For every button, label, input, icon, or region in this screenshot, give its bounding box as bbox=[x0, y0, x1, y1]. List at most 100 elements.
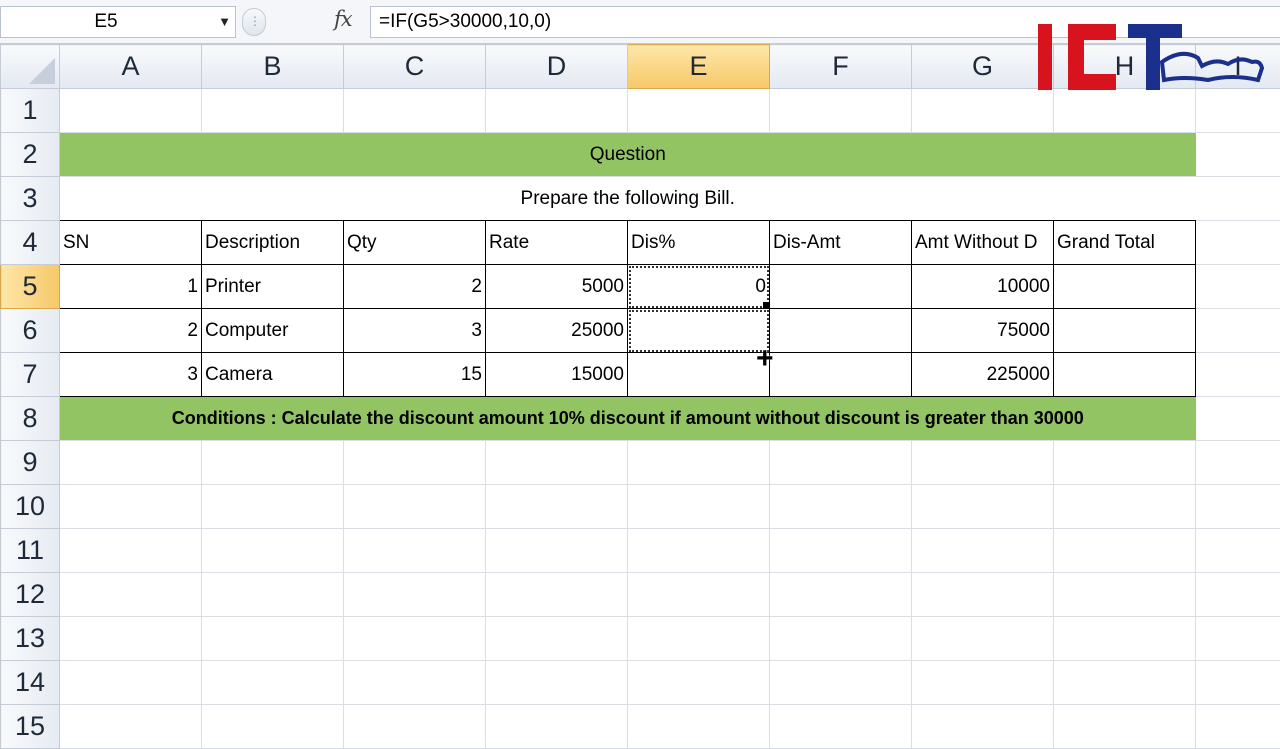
cell[interactable] bbox=[1054, 573, 1196, 617]
cell[interactable] bbox=[770, 705, 912, 749]
cell[interactable] bbox=[486, 705, 628, 749]
cell[interactable] bbox=[1054, 661, 1196, 705]
cell[interactable] bbox=[770, 573, 912, 617]
header-rate[interactable]: Rate bbox=[486, 221, 628, 265]
cell[interactable] bbox=[628, 617, 770, 661]
cell[interactable] bbox=[1196, 529, 1280, 573]
cell-sn[interactable]: 3 bbox=[60, 353, 202, 397]
cell[interactable] bbox=[770, 441, 912, 485]
cell[interactable] bbox=[60, 529, 202, 573]
column-header-f[interactable]: F bbox=[770, 45, 912, 89]
cell-e1[interactable] bbox=[628, 89, 770, 133]
cell[interactable] bbox=[628, 661, 770, 705]
cell[interactable] bbox=[486, 661, 628, 705]
header-amt-without-discount[interactable]: Amt Without D bbox=[912, 221, 1054, 265]
cell[interactable] bbox=[344, 705, 486, 749]
cell-qty[interactable]: 2 bbox=[344, 265, 486, 309]
cell[interactable] bbox=[202, 661, 344, 705]
cell[interactable] bbox=[486, 485, 628, 529]
fill-handle[interactable] bbox=[762, 301, 770, 309]
header-dis-amt[interactable]: Dis-Amt bbox=[770, 221, 912, 265]
cell-rate[interactable]: 25000 bbox=[486, 309, 628, 353]
cell-rate[interactable]: 5000 bbox=[486, 265, 628, 309]
cell[interactable] bbox=[912, 441, 1054, 485]
conditions-banner[interactable]: Conditions : Calculate the discount amou… bbox=[60, 397, 1196, 441]
cell[interactable] bbox=[202, 441, 344, 485]
cell[interactable] bbox=[202, 573, 344, 617]
header-qty[interactable]: Qty bbox=[344, 221, 486, 265]
cell-qty[interactable]: 15 bbox=[344, 353, 486, 397]
cell[interactable] bbox=[1054, 441, 1196, 485]
cell[interactable] bbox=[912, 485, 1054, 529]
column-header-c[interactable]: C bbox=[344, 45, 486, 89]
cell[interactable] bbox=[60, 441, 202, 485]
cell-qty[interactable]: 3 bbox=[344, 309, 486, 353]
row-header-10[interactable]: 10 bbox=[1, 485, 60, 529]
cell[interactable] bbox=[344, 441, 486, 485]
cell[interactable] bbox=[486, 617, 628, 661]
row-header-4[interactable]: 4 bbox=[1, 221, 60, 265]
cell[interactable] bbox=[628, 529, 770, 573]
cell[interactable] bbox=[628, 705, 770, 749]
cell[interactable] bbox=[1054, 485, 1196, 529]
row-header-2[interactable]: 2 bbox=[1, 133, 60, 177]
cell[interactable] bbox=[1054, 529, 1196, 573]
cell-i4[interactable] bbox=[1196, 221, 1280, 265]
header-dis-pct[interactable]: Dis% bbox=[628, 221, 770, 265]
cell[interactable] bbox=[1054, 617, 1196, 661]
cell-dis-pct[interactable] bbox=[628, 353, 770, 397]
cell-i7[interactable] bbox=[1196, 353, 1280, 397]
row-header-9[interactable]: 9 bbox=[1, 441, 60, 485]
cell[interactable] bbox=[770, 617, 912, 661]
cell[interactable] bbox=[912, 529, 1054, 573]
cell[interactable] bbox=[60, 705, 202, 749]
cell[interactable] bbox=[770, 661, 912, 705]
row-header-3[interactable]: 3 bbox=[1, 177, 60, 221]
cell-i6[interactable] bbox=[1196, 309, 1280, 353]
row-header-1[interactable]: 1 bbox=[1, 89, 60, 133]
row-header-15[interactable]: 15 bbox=[1, 705, 60, 749]
question-banner[interactable]: Question bbox=[60, 133, 1196, 177]
cell-a1[interactable] bbox=[60, 89, 202, 133]
cell-c1[interactable] bbox=[344, 89, 486, 133]
cell-dis-amt[interactable] bbox=[770, 353, 912, 397]
cell-sn[interactable]: 1 bbox=[60, 265, 202, 309]
cell[interactable] bbox=[202, 485, 344, 529]
formula-bar-splitter[interactable]: ⋮ bbox=[242, 8, 266, 36]
row-header-8[interactable]: 8 bbox=[1, 397, 60, 441]
bill-subtitle[interactable]: Prepare the following Bill. bbox=[60, 177, 1196, 221]
insert-function-icon[interactable]: fx bbox=[334, 7, 352, 31]
cell-dis-amt[interactable] bbox=[770, 265, 912, 309]
cell[interactable] bbox=[770, 529, 912, 573]
cell[interactable] bbox=[770, 485, 912, 529]
cell[interactable] bbox=[628, 573, 770, 617]
cell-sn[interactable]: 2 bbox=[60, 309, 202, 353]
row-header-13[interactable]: 13 bbox=[1, 617, 60, 661]
cell-f1[interactable] bbox=[770, 89, 912, 133]
cell[interactable] bbox=[344, 661, 486, 705]
cell[interactable] bbox=[1196, 485, 1280, 529]
cell[interactable] bbox=[912, 661, 1054, 705]
column-header-e[interactable]: E bbox=[628, 45, 770, 89]
cell-description[interactable]: Camera bbox=[202, 353, 344, 397]
select-all-corner[interactable] bbox=[1, 45, 60, 89]
row-header-12[interactable]: 12 bbox=[1, 573, 60, 617]
cell[interactable] bbox=[1196, 705, 1280, 749]
cell[interactable] bbox=[486, 573, 628, 617]
cell-amt-without[interactable]: 10000 bbox=[912, 265, 1054, 309]
cell[interactable] bbox=[628, 485, 770, 529]
cell-rate[interactable]: 15000 bbox=[486, 353, 628, 397]
chevron-down-icon[interactable]: ▼ bbox=[218, 7, 231, 37]
header-description[interactable]: Description bbox=[202, 221, 344, 265]
name-box[interactable]: E5 ▼ bbox=[0, 6, 236, 38]
row-header-7[interactable]: 7 bbox=[1, 353, 60, 397]
cell[interactable] bbox=[1196, 661, 1280, 705]
header-grand-total[interactable]: Grand Total bbox=[1054, 221, 1196, 265]
cell-amt-without[interactable]: 225000 bbox=[912, 353, 1054, 397]
cell-i5[interactable] bbox=[1196, 265, 1280, 309]
cell[interactable] bbox=[486, 529, 628, 573]
cell[interactable] bbox=[60, 617, 202, 661]
cell[interactable] bbox=[344, 529, 486, 573]
column-header-d[interactable]: D bbox=[486, 45, 628, 89]
cell-i3[interactable] bbox=[1196, 177, 1280, 221]
